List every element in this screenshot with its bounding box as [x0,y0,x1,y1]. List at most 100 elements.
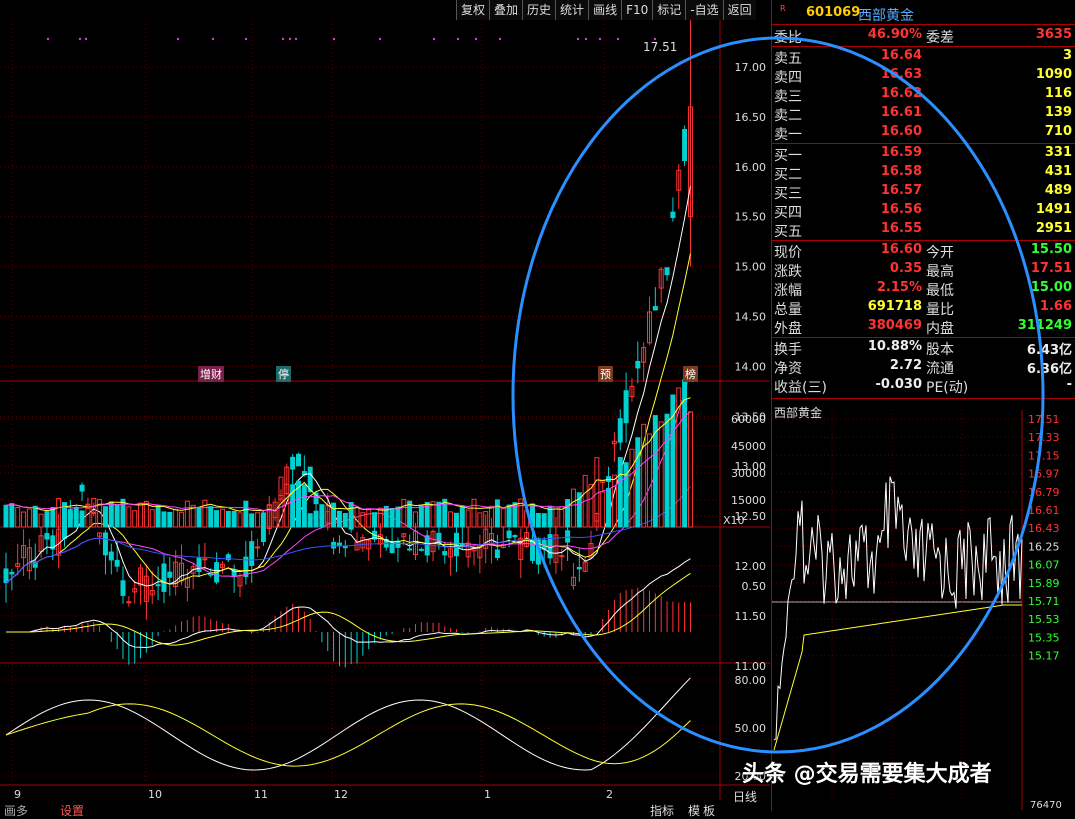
signal-dot [584,37,588,41]
kline-chart[interactable]: 17.0016.5016.0015.5015.0014.5014.0013.50… [0,0,770,800]
ask-level-row: 卖一 16.60 710 [772,124,1075,143]
candle-body [126,601,132,604]
volume-bar [506,504,512,528]
quote-stat-row-label2: 最低 [926,283,954,299]
ask-level-row: 卖二 16.61 139 [772,105,1075,124]
volume-bar [477,512,483,528]
volume-bar [126,506,132,528]
period-daily[interactable]: 日线 [733,788,757,805]
volume-bar [366,509,372,528]
price-tick: 16.00 [735,161,767,174]
price-tick: 11.50 [735,610,767,623]
volume-bar [26,508,32,528]
volume-bar [301,484,307,528]
volume-bar [214,510,220,528]
event-tag[interactable]: 榜 [683,366,698,382]
quote-stat-row-label: 涨跌 [774,264,802,280]
volume-bar [184,500,190,528]
price-tick: 17.00 [735,61,767,74]
finance-row-label: 净资 [774,361,802,377]
stock-name: 西部黄金 [858,8,914,24]
volume-bar [108,501,114,528]
signal-dot [616,37,620,41]
candle-body [664,267,670,276]
volume-bar [372,512,378,528]
volume-bar [459,505,465,528]
bid-level-row-value2: 2951 [1035,221,1072,236]
candle-body [79,484,85,492]
ask-level-row-value2: 1090 [1035,67,1072,82]
toolbar-overlay-button[interactable]: 叠加 [489,0,523,20]
intraday-price-tick: 16.25 [1028,540,1060,553]
toolbar-stats-button[interactable]: 统计 [555,0,589,20]
month-label: 2 [606,788,613,800]
finance-row-label2: PE(动) [926,380,969,396]
event-tag[interactable]: 预 [598,366,613,382]
ask-level-row: 卖四 16.63 1090 [772,67,1075,86]
ask-level-row: 卖五 16.64 3 [772,48,1075,67]
event-tag[interactable]: 停 [276,366,291,382]
quote-stat-row-label: 现价 [774,245,802,261]
volume-unit: X10 [723,514,745,527]
quote-stat-row-label2: 量比 [926,302,954,318]
volume-bar [541,513,547,528]
intraday-price-tick: 15.35 [1028,631,1060,644]
candle-body [108,551,114,561]
volume-bar [196,507,202,528]
bid-level-row: 买五 16.55 2951 [772,221,1075,240]
toolbar-history-button[interactable]: 历史 [522,0,556,20]
candle-body [102,532,108,556]
bid-level-row: 买三 16.57 489 [772,183,1075,202]
toolbar-watchlist-button[interactable]: -自选 [685,0,723,20]
bid-level-row: 买一 16.59 331 [772,145,1075,164]
volume-bar [243,500,249,528]
bid-level-row-value: 16.55 [880,221,922,236]
intraday-chart[interactable]: 17.51 17.33 17.15 16.97 16.79 16.61 16.43 16.25… [772,410,1075,811]
finance-row-value: 2.72 [889,358,922,373]
signal-dot [474,37,478,41]
finance-row-label2: 股本 [926,342,954,358]
candle-body [506,530,512,539]
margin-marker: R [780,4,786,13]
finance-row: 净资 2.72 流通 6.36亿 [772,358,1075,377]
volume-bar [664,413,670,528]
bid-level-row-value2: 331 [1044,145,1072,160]
weibi-value: 46.90% [867,27,922,42]
volume-bar [73,507,79,528]
intraday-price-tick: 16.97 [1028,468,1060,481]
volume-bar [149,509,155,528]
signal-dot [84,37,88,41]
ask-level-row-value: 16.60 [880,124,922,139]
toolbar-f10-button[interactable]: F10 [621,0,653,20]
candle-body [682,129,688,162]
volume-bar [9,503,15,528]
signal-dot [498,37,502,41]
toolbar-back-button[interactable]: 返回 [722,0,756,20]
candle-body [167,571,173,578]
volume-tick: 45000 [731,440,766,453]
quote-stat-row-value: 2.15% [876,280,922,295]
candle-body [9,571,15,575]
ask-level-row-value: 16.64 [880,48,922,63]
bid-level-row-label: 买五 [774,224,802,240]
price-tick: 12.00 [735,560,767,573]
finance-row-value: -0.030 [875,377,922,392]
month-label: 12 [334,788,348,800]
toolbar-fuquan-button[interactable]: 复权 [456,0,490,20]
intraday-avg-line [773,604,1022,751]
toolbar-draw-button[interactable]: 画线 [588,0,622,20]
volume-ma-line [5,397,691,512]
volume-bar [611,474,617,528]
volume-bar [138,502,144,528]
toolbar-mark-button[interactable]: 标记 [652,0,686,20]
stock-code: 601069 [806,5,861,20]
intraday-volume-label: 76470 [1030,800,1062,811]
candle-body [606,476,612,482]
macd-tick: 0.50 [742,580,767,593]
signal-dot [432,37,436,41]
volume-bar [179,511,184,528]
intraday-price-tick: 16.07 [1028,559,1060,572]
event-tag[interactable]: 增财 [198,366,224,382]
ask-level-row-label: 卖三 [774,89,802,105]
volume-bar [208,506,214,528]
